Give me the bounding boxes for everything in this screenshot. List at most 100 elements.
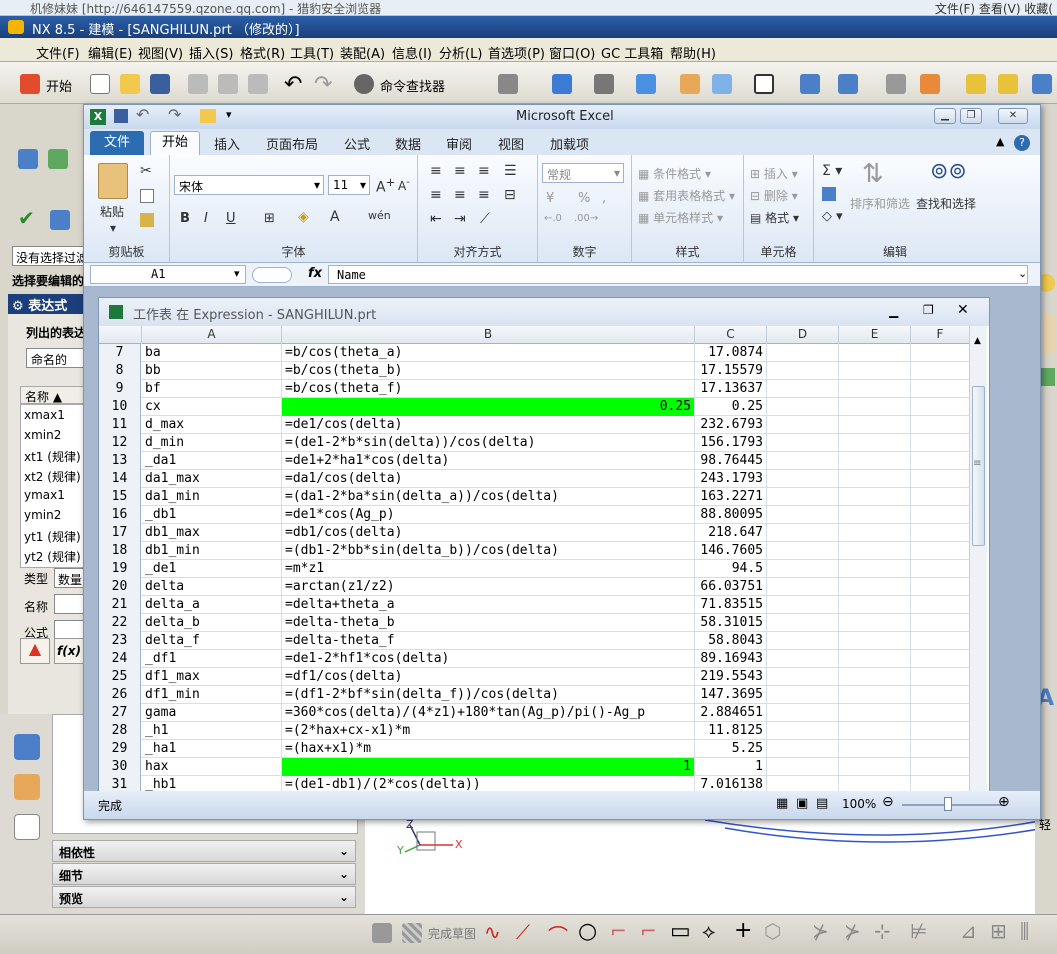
empty-cell[interactable] (767, 524, 839, 542)
empty-cell[interactable] (911, 650, 969, 668)
cell-name[interactable]: delta_f (142, 632, 282, 650)
paste-icon[interactable] (248, 74, 268, 94)
empty-cell[interactable] (839, 578, 911, 596)
row-number[interactable]: 25 (99, 668, 141, 686)
column-header-b[interactable]: B (282, 326, 695, 344)
phonetic-icon[interactable]: wén (368, 209, 391, 222)
tab-file[interactable]: 文件 (90, 131, 144, 155)
empty-cell[interactable] (839, 506, 911, 524)
name-box[interactable]: A1 (90, 265, 246, 284)
up-arrow-button[interactable]: ▲ (20, 638, 50, 664)
zoom-in-icon[interactable]: ⊕ (998, 794, 1010, 810)
users-icon[interactable] (14, 774, 40, 800)
row-number[interactable]: 28 (99, 722, 141, 740)
redo-icon[interactable]: ↷ (168, 105, 181, 124)
row-number[interactable]: 11 (99, 416, 141, 434)
cell-name[interactable]: _hb1 (142, 776, 282, 792)
cell-formula[interactable]: 0.25 (282, 398, 695, 416)
orientation-icon[interactable]: ⟋ (480, 211, 490, 227)
conditional-format-button[interactable]: ▦ 条件格式 ▾ (638, 165, 711, 182)
column-header-a[interactable]: A (142, 326, 282, 344)
cell-formula[interactable]: =b/cos(theta_a) (282, 344, 695, 362)
cell-name[interactable]: d_min (142, 434, 282, 452)
cell-name[interactable]: bf (142, 380, 282, 398)
row-number[interactable]: 29 (99, 740, 141, 758)
cell-value[interactable]: 94.5 (695, 560, 767, 578)
layer-icon[interactable] (680, 74, 700, 94)
cell-value[interactable]: 218.647 (695, 524, 767, 542)
empty-cell[interactable] (767, 776, 839, 792)
sheet-close-button[interactable]: ✕ (957, 302, 969, 318)
undo-icon[interactable]: ↶ (136, 105, 149, 124)
rectangle-icon[interactable]: ▭ (670, 919, 691, 944)
new-file-icon[interactable] (90, 74, 110, 94)
cell-value[interactable]: 17.15579 (695, 362, 767, 380)
save-icon[interactable] (150, 74, 170, 94)
cell-name[interactable]: db1_min (142, 542, 282, 560)
cell-value[interactable]: 5.25 (695, 740, 767, 758)
cell-name[interactable]: df1_min (142, 686, 282, 704)
tab-home[interactable]: 开始 (150, 131, 200, 155)
list-item[interactable]: ymax1 (24, 488, 65, 502)
empty-cell[interactable] (839, 344, 911, 362)
menu-format[interactable]: 格式(R) (240, 43, 285, 62)
cell-formula[interactable]: =df1/cos(delta) (282, 668, 695, 686)
empty-cell[interactable] (767, 362, 839, 380)
fillet-icon[interactable]: ⌐ (610, 919, 627, 943)
history-icon[interactable] (14, 814, 40, 840)
align-left-icon[interactable]: ≡ (430, 187, 442, 203)
insert-cells-button[interactable]: ⊞ 插入 ▾ (750, 165, 798, 182)
help-icon[interactable]: ? (1014, 135, 1030, 151)
command-finder-button[interactable]: 命令查找器 (380, 76, 445, 95)
cell-formula[interactable]: =delta-theta_b (282, 614, 695, 632)
empty-cell[interactable] (839, 596, 911, 614)
selection-filter-dropdown[interactable]: 没有选择过滤 (12, 246, 92, 266)
cell-name[interactable]: _da1 (142, 452, 282, 470)
row-number[interactable]: 13 (99, 452, 141, 470)
menu-help[interactable]: 帮助(H) (670, 43, 716, 62)
empty-cell[interactable] (839, 614, 911, 632)
cell-formula[interactable]: =delta+theta_a (282, 596, 695, 614)
cell-value[interactable]: 58.31015 (695, 614, 767, 632)
zoom-out-icon[interactable]: ⊖ (882, 794, 894, 810)
cell-value[interactable]: 11.8125 (695, 722, 767, 740)
empty-cell[interactable] (911, 578, 969, 596)
cell-name[interactable]: delta_b (142, 614, 282, 632)
cell-name[interactable]: _ha1 (142, 740, 282, 758)
open-folder-icon[interactable] (120, 74, 140, 94)
row-number[interactable]: 7 (99, 344, 141, 362)
cell-value[interactable]: 2.884651 (695, 704, 767, 722)
menu-insert[interactable]: 插入(S) (189, 43, 233, 62)
cell-formula[interactable]: =delta-theta_f (282, 632, 695, 650)
point-icon[interactable]: + (734, 918, 752, 943)
percent-icon[interactable]: % (578, 191, 590, 206)
copy-icon[interactable] (140, 189, 154, 203)
cell-value[interactable]: 243.1793 (695, 470, 767, 488)
column-header-e[interactable]: E (839, 326, 911, 344)
cell-formula[interactable]: =de1*cos(Ag_p) (282, 506, 695, 524)
datum-axis-icon[interactable] (838, 74, 858, 94)
insert-function-icon[interactable]: fx (308, 266, 322, 281)
cell-value[interactable]: 98.76445 (695, 452, 767, 470)
menu-view[interactable]: 视图(V) (138, 43, 183, 62)
cut-icon[interactable] (188, 74, 208, 94)
empty-cell[interactable] (839, 776, 911, 792)
delete-cells-button[interactable]: ⊟ 删除 ▾ (750, 187, 798, 204)
row-number[interactable]: 31 (99, 776, 141, 792)
empty-cell[interactable] (911, 776, 969, 792)
cell-name[interactable]: delta_a (142, 596, 282, 614)
tab-addins[interactable]: 加载项 (550, 134, 589, 153)
empty-cell[interactable] (767, 650, 839, 668)
cell-formula[interactable]: =(df1-2*bf*sin(delta_f))/cos(delta) (282, 686, 695, 704)
binoculars-icon[interactable] (354, 74, 374, 94)
empty-cell[interactable] (911, 398, 969, 416)
sort-filter-icon[interactable]: ⇅ (862, 159, 884, 189)
cell-formula[interactable]: =360*cos(delta)/(4*z1)+180*tan(Ag_p)/pi(… (282, 704, 695, 722)
shrink-font-icon[interactable]: A- (398, 177, 410, 193)
cell-value[interactable]: 71.83515 (695, 596, 767, 614)
empty-cell[interactable] (839, 488, 911, 506)
empty-cell[interactable] (911, 740, 969, 758)
empty-cell[interactable] (767, 434, 839, 452)
render-style-icon[interactable] (594, 74, 614, 94)
tab-formulas[interactable]: 公式 (344, 134, 370, 153)
